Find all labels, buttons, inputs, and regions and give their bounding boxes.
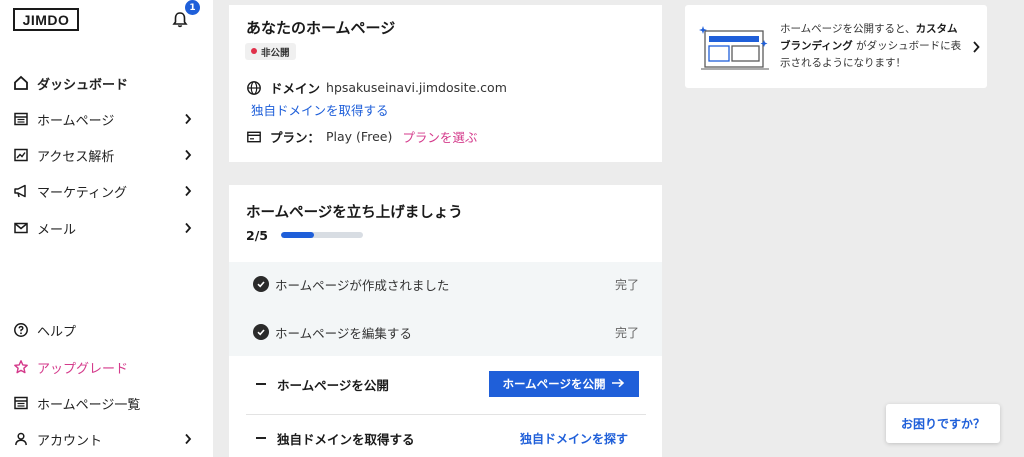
arrow-right-icon [611,377,625,391]
sidebar-item-label: マーケティング [37,185,127,201]
sidebar-item-mail[interactable]: メール [13,216,193,240]
notification-badge: 1 [185,0,200,15]
publish-button[interactable]: ホームページを公開 [489,371,639,397]
domain-value: hpsakuseinavi.jimdosite.com [326,80,507,95]
custom-branding-card[interactable]: ホームページを公開すると、カスタムブランディング がダッシュボードに表示されるよ… [685,5,987,88]
sidebar-item-help[interactable]: ヘルプ [13,318,193,342]
sidebar-item-label: ホームページ一覧 [37,397,141,413]
collapse-icon [256,383,266,385]
sidebar-item-dashboard[interactable]: ダッシュボード [13,71,193,95]
globe-icon [246,80,262,96]
sidebar-item-website[interactable]: ホームページ [13,107,193,131]
step-item[interactable]: ホームページが作成されました 完了 [253,266,639,302]
setup-card-title: ホームページを立ち上げましょう [246,205,463,221]
chevron-right-icon [183,113,193,125]
sidebar-item-account[interactable]: アカウント [13,427,193,451]
jimdo-logo[interactable]: JIMDO [13,8,79,31]
megaphone-icon [13,183,29,199]
step-item[interactable]: ホームページを編集する 完了 [253,314,639,350]
mail-icon [13,220,29,236]
dashboard-illustration [699,21,771,73]
status-dot [251,48,257,54]
chevron-right-icon [183,433,193,445]
status-badge: 非公開 [245,43,296,60]
domain-row: ドメイン hpsakuseinavi.jimdosite.com [246,78,507,97]
plan-label: プラン： [270,130,321,145]
plan-value: Play (Free) [326,129,393,144]
sidebar-item-website-list[interactable]: ホームページ一覧 [13,391,193,415]
progress-bar [281,232,363,238]
progress-fill [281,232,314,238]
step-label: ホームページを編集する [275,325,412,341]
star-icon [13,359,29,375]
setup-card: ホームページを立ち上げましょう 2/5 ホームページが作成されました 完了 ホー… [229,185,662,457]
analytics-icon [13,147,29,163]
sidebar-item-label: アクセス解析 [37,149,115,165]
chevron-right-icon [971,39,981,53]
sidebar-item-marketing[interactable]: マーケティング [13,179,193,203]
help-chat-button[interactable]: お困りですか？ [886,404,1000,443]
chevron-right-icon [183,185,193,197]
publish-button-label: ホームページを公開 [502,377,606,391]
home-icon [13,75,29,91]
promo-text-part: ホームページを公開すると、 [780,23,916,35]
domain-label: ドメイン [270,81,321,96]
step-status: 完了 [614,277,639,292]
site-card-title: あなたのホームページ [246,19,396,37]
website-list-icon [13,395,29,411]
sidebar-item-analytics[interactable]: アクセス解析 [13,143,193,167]
sidebar-item-label: メール [37,222,77,238]
sidebar-item-label: ホームページ [37,113,115,129]
check-circle-icon [253,324,269,340]
credit-card-icon [246,129,262,145]
plan-row: プラン： Play (Free) プランを選ぶ [246,127,477,146]
collapse-icon [256,437,266,439]
step-label: ホームページが作成されました [275,277,450,293]
account-icon [13,431,29,447]
choose-plan-link[interactable]: プランを選ぶ [402,127,477,146]
chevron-right-icon [183,149,193,161]
sidebar-item-label: ヘルプ [37,324,77,340]
get-domain-link[interactable]: 独自ドメインを取得する [251,100,389,119]
website-icon [13,111,29,127]
progress-text: 2/5 [246,228,268,243]
divider [246,414,646,415]
status-text: 非公開 [261,47,290,59]
sidebar-item-label: アップグレード [37,361,129,377]
site-info-card: あなたのホームページ 非公開 ドメイン hpsakuseinavi.jimdos… [229,5,662,162]
sidebar-item-label: アカウント [37,433,103,449]
check-circle-icon [253,276,269,292]
help-icon [13,322,29,338]
step-status: 完了 [614,325,639,340]
chevron-right-icon [183,222,193,234]
promo-text: ホームページを公開すると、カスタムブランディング がダッシュボードに表示されるよ… [780,21,965,72]
sidebar: JIMDO 1 ダッシュボード ホームページ アクセス解析 マーケティング メー… [0,0,213,457]
sidebar-item-upgrade[interactable]: アップグレード [13,355,193,379]
find-domain-link[interactable]: 独自ドメインを探す [520,430,628,447]
sidebar-item-label: ダッシュボード [37,77,129,93]
